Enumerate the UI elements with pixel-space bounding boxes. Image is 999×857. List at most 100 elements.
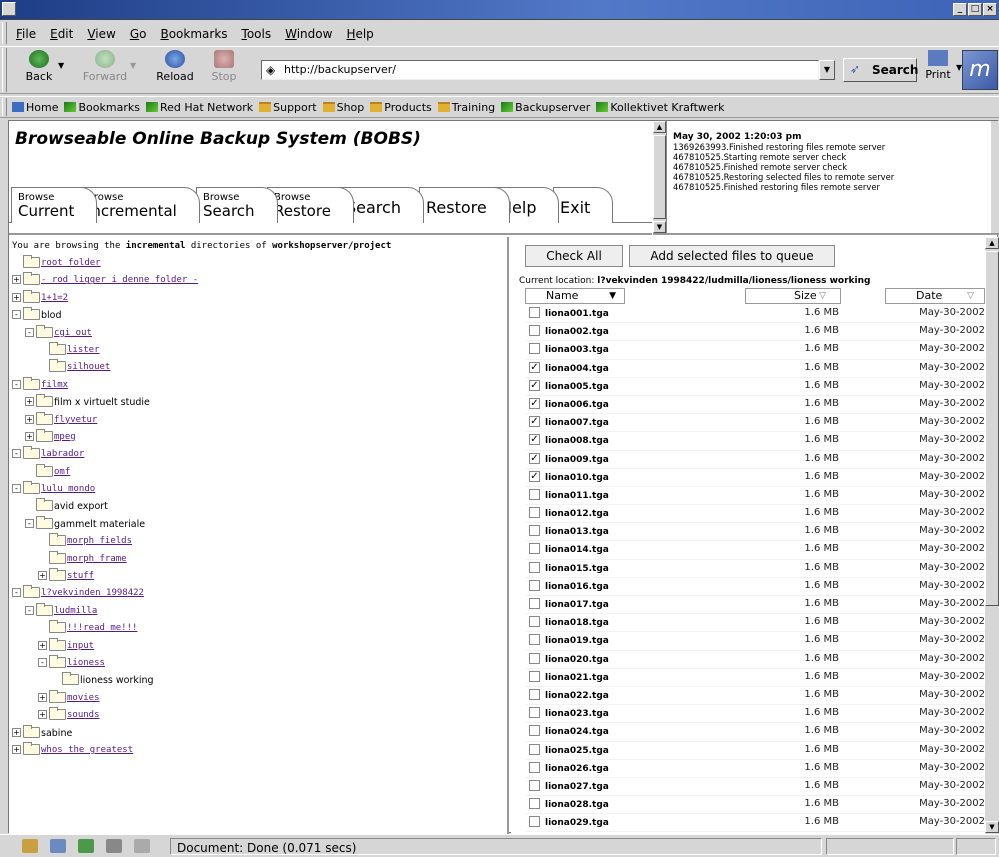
collapse-icon[interactable]: - bbox=[12, 310, 21, 320]
file-checkbox[interactable] bbox=[529, 543, 540, 555]
file-checkbox[interactable] bbox=[529, 798, 540, 810]
tree-node-label[interactable]: lister bbox=[67, 345, 100, 355]
expand-icon[interactable]: + bbox=[38, 692, 47, 702]
collapse-icon[interactable]: - bbox=[25, 605, 34, 615]
close-button[interactable]: × bbox=[983, 3, 997, 16]
tree-node-label[interactable]: lioness bbox=[67, 658, 105, 668]
file-checkbox[interactable]: ✓ bbox=[529, 470, 540, 482]
collapse-icon[interactable]: - bbox=[25, 327, 34, 337]
menu-edit[interactable]: Edit bbox=[44, 24, 79, 44]
file-checkbox[interactable] bbox=[529, 816, 540, 828]
scroll-thumb[interactable] bbox=[985, 251, 999, 606]
back-button[interactable]: Back bbox=[14, 50, 64, 83]
forward-dropdown-icon[interactable]: ▼ bbox=[130, 61, 136, 70]
file-checkbox[interactable]: ✓ bbox=[529, 452, 540, 464]
bookmark-red-hat-network[interactable]: Red Hat Network bbox=[145, 101, 253, 114]
tree-node-label[interactable]: flyvetur bbox=[54, 415, 97, 425]
collapse-icon[interactable]: - bbox=[12, 379, 21, 389]
bookmark-products[interactable]: Products bbox=[370, 101, 432, 114]
file-list-scrollbar[interactable]: ▲ ▼ bbox=[985, 237, 999, 834]
search-button[interactable]: ➶ Search bbox=[843, 58, 918, 82]
file-checkbox[interactable] bbox=[529, 561, 540, 573]
browser-logo[interactable]: m bbox=[962, 50, 998, 90]
expand-icon[interactable]: + bbox=[38, 710, 47, 720]
file-checkbox[interactable] bbox=[529, 343, 540, 355]
tree-node-label[interactable]: cgi out bbox=[54, 328, 92, 338]
forward-button[interactable]: Forward bbox=[80, 50, 130, 83]
collapse-icon[interactable]: - bbox=[12, 588, 21, 598]
log-right-scrollbar[interactable] bbox=[991, 121, 999, 233]
bookmark-training[interactable]: Training bbox=[437, 101, 495, 114]
tree-node-label[interactable]: ludmilla bbox=[54, 606, 97, 616]
bookmark-shop[interactable]: Shop bbox=[322, 101, 364, 114]
menu-bookmarks[interactable]: Bookmarks bbox=[154, 24, 233, 44]
expand-icon[interactable]: + bbox=[12, 275, 21, 285]
menu-view[interactable]: View bbox=[81, 24, 121, 44]
collapse-icon[interactable]: - bbox=[38, 657, 47, 667]
add-to-queue-button[interactable]: Add selected files to queue bbox=[629, 245, 835, 267]
scroll-down-icon[interactable]: ▼ bbox=[985, 821, 999, 833]
security-panel[interactable] bbox=[956, 838, 996, 855]
file-checkbox[interactable] bbox=[529, 779, 540, 791]
window-titlebar[interactable]: _ □ × bbox=[0, 0, 999, 20]
check-all-button[interactable]: Check All bbox=[525, 245, 623, 267]
tree-node-label[interactable]: movies bbox=[67, 693, 100, 703]
composer-icon[interactable] bbox=[78, 839, 94, 853]
file-checkbox[interactable] bbox=[529, 616, 540, 628]
expand-icon[interactable]: + bbox=[12, 292, 21, 302]
file-checkbox[interactable] bbox=[529, 688, 540, 700]
tree-node-label[interactable]: silhouet bbox=[67, 362, 110, 372]
expand-icon[interactable]: + bbox=[12, 727, 21, 737]
file-checkbox[interactable] bbox=[529, 670, 540, 682]
tree-node-label[interactable]: whos the greatest bbox=[41, 745, 133, 755]
tree-node-label[interactable]: stuff bbox=[67, 571, 94, 581]
mail-icon[interactable] bbox=[50, 839, 66, 853]
tree-node-label[interactable]: - rod ligger i denne folder - bbox=[41, 275, 198, 285]
collapse-icon[interactable]: - bbox=[12, 484, 21, 494]
file-checkbox[interactable] bbox=[529, 598, 540, 609]
maximize-button[interactable]: □ bbox=[968, 3, 982, 16]
file-checkbox[interactable] bbox=[529, 707, 540, 719]
file-checkbox[interactable]: ✓ bbox=[529, 434, 540, 446]
tree-node-label[interactable]: morph frame bbox=[67, 554, 127, 564]
tab-browse-restore[interactable]: Browse Restore bbox=[267, 187, 354, 223]
tab-exit[interactable]: Exit bbox=[553, 187, 614, 223]
url-history-dropdown[interactable]: ▼ bbox=[819, 60, 835, 80]
menu-tools[interactable]: Tools bbox=[236, 24, 278, 44]
tree-node-label[interactable]: input bbox=[67, 641, 94, 651]
file-checkbox[interactable] bbox=[529, 488, 540, 500]
scroll-up-icon[interactable]: ▲ bbox=[985, 237, 999, 249]
tree-node-label[interactable]: morph fields bbox=[67, 536, 132, 546]
bookmark-home[interactable]: Home bbox=[12, 101, 58, 114]
sidebar-grippy[interactable] bbox=[0, 120, 8, 833]
menu-help[interactable]: Help bbox=[340, 24, 379, 44]
scroll-thumb[interactable] bbox=[653, 135, 666, 219]
tree-node-label[interactable]: filmx bbox=[41, 380, 68, 390]
tree-node-label[interactable]: 1+1=2 bbox=[41, 293, 68, 303]
expand-icon[interactable]: + bbox=[25, 397, 34, 407]
collapse-icon[interactable]: - bbox=[25, 518, 34, 528]
tree-node-label[interactable]: !!!read me!!! bbox=[67, 623, 137, 633]
bookmark-bookmarks[interactable]: Bookmarks bbox=[64, 101, 140, 114]
file-checkbox[interactable]: ✓ bbox=[529, 397, 540, 409]
file-checkbox[interactable] bbox=[529, 634, 540, 646]
tree-node-label[interactable]: sounds bbox=[67, 710, 100, 720]
file-checkbox[interactable] bbox=[529, 507, 540, 519]
irc-chat-icon[interactable] bbox=[134, 839, 150, 853]
bookmark-kollektivet-kraftwerk[interactable]: Kollektivet Kraftwerk bbox=[596, 101, 725, 114]
address-book-icon[interactable] bbox=[106, 839, 122, 853]
file-checkbox[interactable] bbox=[529, 579, 540, 591]
column-header-size[interactable]: Size ▽ bbox=[745, 288, 841, 304]
column-header-name[interactable]: Name ▼ bbox=[525, 288, 625, 304]
expand-icon[interactable]: + bbox=[38, 640, 47, 650]
menu-window[interactable]: Window bbox=[279, 24, 338, 44]
navigator-icon[interactable] bbox=[22, 839, 38, 853]
scroll-down-icon[interactable]: ▼ bbox=[653, 221, 666, 233]
menu-go[interactable]: Go bbox=[124, 24, 153, 44]
file-checkbox[interactable] bbox=[529, 743, 540, 755]
reload-button[interactable]: Reload bbox=[150, 50, 200, 83]
url-input[interactable]: ◈ http://backupserver/ bbox=[261, 60, 819, 80]
tree-node-label[interactable]: labrador bbox=[41, 449, 84, 459]
tree-node-label[interactable]: mpeg bbox=[54, 432, 76, 442]
file-checkbox[interactable] bbox=[529, 525, 540, 537]
